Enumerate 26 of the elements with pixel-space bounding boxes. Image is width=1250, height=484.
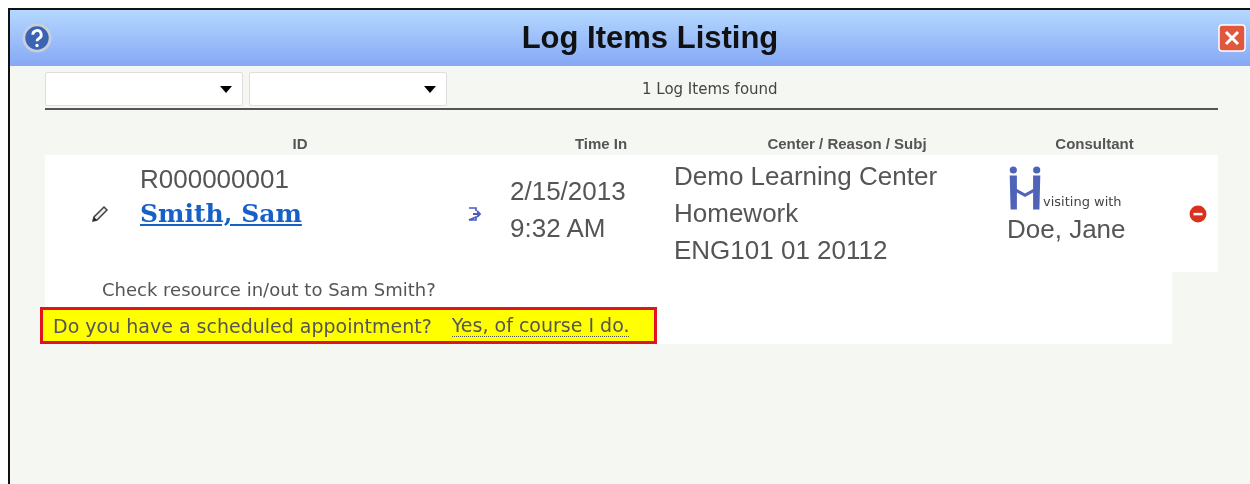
result-count: 1 Log Items found	[642, 80, 778, 98]
center-reason-subject-text: Homework	[674, 197, 800, 230]
center-reason-subject-text: Demo Learning Center	[674, 160, 939, 193]
remove-icon[interactable]	[1188, 204, 1207, 223]
column-header: Center / Reason / Subj	[767, 135, 927, 154]
pencil-icon[interactable]	[90, 203, 110, 224]
consultant-name: Doe, Jane	[1007, 213, 1127, 246]
time-in-text: 2/15/2013	[510, 175, 627, 208]
window-title: Log Items Listing	[521, 20, 779, 56]
center-reason-subject-text: ENG101 01 20112	[674, 234, 889, 267]
handshake-people-icon	[1007, 165, 1043, 211]
help-icon[interactable]	[22, 23, 52, 53]
checkout-arrow-icon[interactable]	[467, 205, 483, 222]
student-name-link[interactable]: Smith, Sam	[140, 198, 460, 230]
column-header: ID	[292, 135, 308, 154]
time-in-text: 9:32 AM	[510, 212, 607, 245]
appointment-answer: Yes, of course I do.	[451, 314, 630, 337]
record-id: R000000001	[140, 163, 290, 196]
close-icon[interactable]	[1218, 24, 1246, 52]
consultant-note: visiting with	[1043, 194, 1122, 211]
appointment-question: Do you have a scheduled appointment?	[53, 314, 432, 337]
column-header: Time In	[574, 135, 628, 154]
column-header: Consultant	[1055, 135, 1134, 154]
check-resource-prompt: Check resource in/out to Sam Smith?	[101, 279, 437, 302]
caret-icon	[424, 85, 436, 93]
caret-icon	[220, 85, 232, 93]
